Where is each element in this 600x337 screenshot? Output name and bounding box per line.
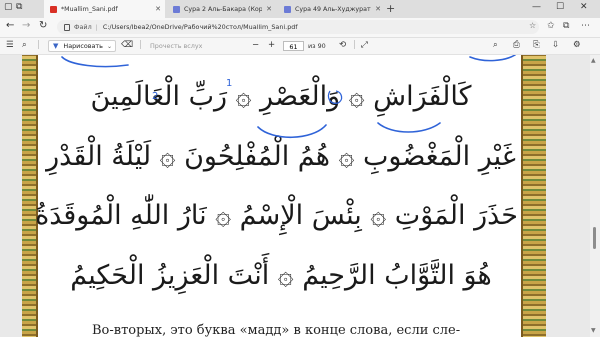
- pdf-icon: [50, 5, 57, 13]
- favorites-icon[interactable]: ✩: [547, 21, 555, 31]
- url-text: C:/Users/Ibea2/OneDrive/Рабочий%20стол/M…: [102, 23, 298, 31]
- tab-muallim-pdf[interactable]: *Muallim_Sani.pdf ✕: [44, 0, 165, 18]
- file-icon: [64, 23, 70, 31]
- page-icon: [284, 5, 291, 13]
- scroll-thumb[interactable]: [593, 227, 596, 249]
- zoom-in-icon[interactable]: +: [268, 40, 275, 50]
- tab-label: Сура 49 Аль-Худжурат (Комнат: [295, 5, 371, 13]
- close-window-button[interactable]: ✕: [580, 2, 588, 12]
- pdf-viewport[interactable]: كَالْفَرَاشِ ۞ وَالْعَصْرِ ۞ رَبِّ الْعَ…: [0, 55, 600, 337]
- settings-icon[interactable]: ⚙: [573, 40, 581, 50]
- tab-sura-2[interactable]: Сура 2 Аль-Бакара (Корова). Ч ✕: [167, 0, 276, 18]
- page-total: из 90: [308, 42, 326, 50]
- tab-label: Сура 2 Аль-Бакара (Корова). Ч: [184, 5, 263, 13]
- divider: |: [37, 40, 40, 50]
- print-icon[interactable]: ⎙: [513, 40, 520, 50]
- pdf-toolbar: ☰ ⌕ | ▼ Нарисовать ⌄ ⌫ | Прочесть вслух …: [0, 38, 600, 55]
- read-aloud-button[interactable]: Прочесть вслух: [150, 42, 202, 50]
- save-as-icon[interactable]: ⇩: [552, 40, 559, 50]
- tab-strip: ▢ ⧉ *Muallim_Sani.pdf ✕ Сура 2 Аль-Бакар…: [0, 0, 600, 18]
- close-icon[interactable]: ✕: [266, 5, 272, 13]
- contents-icon[interactable]: ☰: [6, 40, 14, 50]
- address-bar: ← → ↻ Файл | C:/Users/Ibea2/OneDrive/Раб…: [0, 18, 600, 38]
- scroll-up-icon[interactable]: ▲: [591, 57, 596, 64]
- maximize-button[interactable]: ☐: [556, 2, 564, 12]
- back-button[interactable]: ←: [6, 20, 14, 31]
- chevron-down-icon[interactable]: ⌄: [107, 43, 112, 50]
- workspaces-icon[interactable]: ▢: [4, 2, 13, 12]
- forward-button[interactable]: →: [22, 20, 30, 31]
- pen-icon: ▼: [53, 42, 59, 50]
- eraser-icon[interactable]: ⌫: [121, 40, 133, 50]
- search-icon[interactable]: ⌕: [493, 40, 498, 50]
- divider: |: [139, 40, 142, 50]
- tab-label: *Muallim_Sani.pdf: [61, 5, 118, 13]
- menu-icon[interactable]: ⋯: [581, 21, 590, 31]
- minimize-button[interactable]: —: [532, 2, 541, 12]
- vertical-scrollbar[interactable]: ▲ ▼: [590, 55, 600, 337]
- zoom-out-icon[interactable]: −: [252, 40, 259, 50]
- tab-actions-icon[interactable]: ⧉: [16, 2, 22, 12]
- file-scheme-label: Файл: [74, 23, 92, 31]
- arabic-line-1: كَالْفَرَاشِ ۞ وَالْعَصْرِ ۞ رَبِّ الْعَ…: [90, 81, 472, 112]
- rotate-icon[interactable]: ⟲: [339, 40, 346, 50]
- url-field[interactable]: Файл | C:/Users/Ibea2/OneDrive/Рабочий%2…: [57, 20, 539, 34]
- save-icon[interactable]: ⎘: [533, 40, 540, 50]
- page-ornament-left: [22, 55, 38, 337]
- collections-icon[interactable]: ⧉: [563, 21, 569, 31]
- draw-label: Нарисовать: [63, 42, 103, 50]
- close-icon[interactable]: ✕: [375, 5, 381, 13]
- fit-page-icon[interactable]: ⤢: [361, 40, 368, 50]
- favorite-star-icon[interactable]: ☆: [529, 21, 536, 30]
- tab-sura-49[interactable]: Сура 49 Аль-Худжурат (Комнат ✕: [278, 0, 385, 18]
- close-icon[interactable]: ✕: [155, 5, 161, 13]
- arabic-line-2: غَيْرِ الْمَغْضُوبِ ۞ هُمُ الْمُفْلِحُون…: [46, 141, 516, 172]
- page-ornament-right: [521, 55, 546, 337]
- body-text-line: Во-вторых, это буква «мадд» в конце слов…: [92, 323, 461, 337]
- new-tab-button[interactable]: +: [386, 2, 395, 15]
- arabic-line-4: هُوَ التَّوَّابُ الرَّحِيمُ ۞ أَنْتَ الْ…: [70, 260, 492, 291]
- separator: |: [95, 23, 98, 31]
- reload-button[interactable]: ↻: [39, 20, 47, 31]
- draw-button[interactable]: ▼ Нарисовать ⌄: [48, 40, 116, 52]
- scroll-down-icon[interactable]: ▼: [591, 327, 596, 334]
- page-number-input[interactable]: 61: [283, 41, 304, 51]
- page-icon: [173, 5, 180, 13]
- divider: |: [353, 40, 356, 50]
- arabic-line-3: حَذَرَ الْمَوْتِ ۞ بِئْسَ الْإِسْمُ ۞ نَ…: [35, 200, 518, 231]
- find-icon[interactable]: ⌕: [22, 40, 27, 50]
